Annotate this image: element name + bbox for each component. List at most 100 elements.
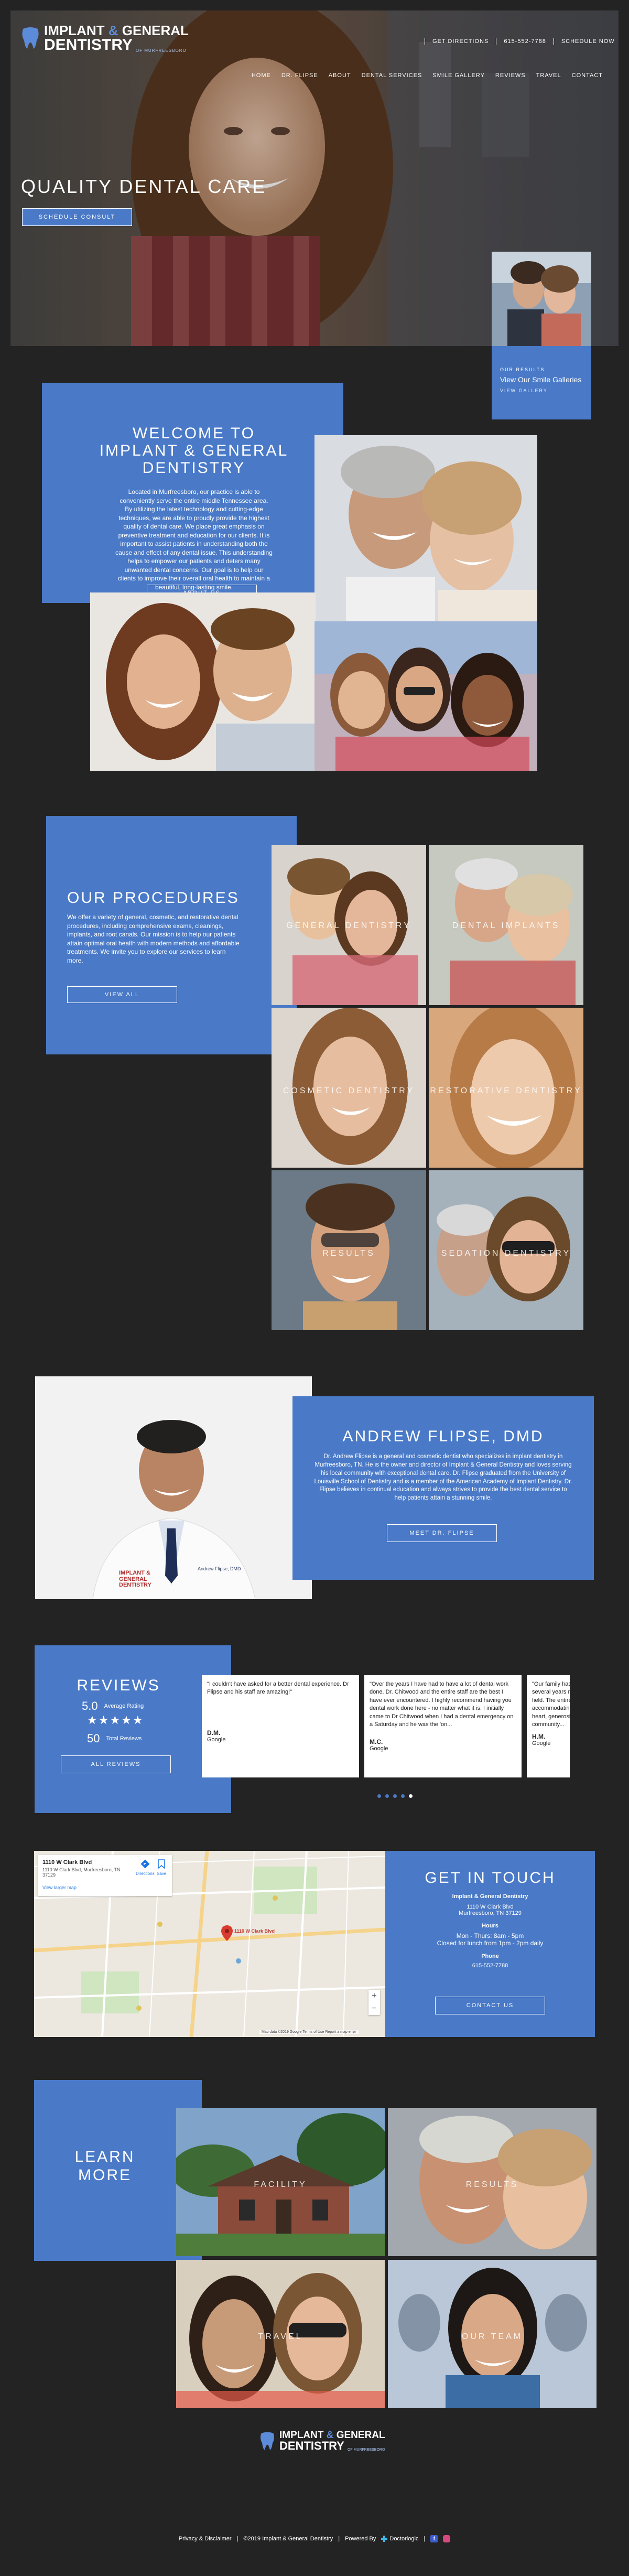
map-zoom-controls: + − bbox=[368, 1990, 380, 2015]
doctor-body: Dr. Andrew Flipse is a general and cosme… bbox=[314, 1453, 572, 1502]
map-info-card: 1110 W Clark Blvd 1110 W Clark Blvd, Mur… bbox=[38, 1855, 172, 1896]
learn-tile-facility[interactable]: FACILITY bbox=[176, 2108, 385, 2256]
coat-logo: IMPLANT & GENERAL DENTISTRY bbox=[119, 1570, 151, 1589]
doctor-title: ANDREW FLIPSE, DMD bbox=[342, 1428, 544, 1445]
procedure-tile-sedation[interactable]: SEDATION DENTISTRY bbox=[429, 1170, 583, 1330]
procedure-caption: RESTORATIVE DENTISTRY bbox=[430, 1086, 582, 1095]
top-utility-bar: GET DIRECTIONS 615-552-7788 SCHEDULE NOW bbox=[425, 38, 615, 45]
reviews-title: REVIEWS bbox=[77, 1677, 160, 1694]
carousel-dot[interactable] bbox=[393, 1794, 397, 1798]
zoom-out-button[interactable]: − bbox=[368, 2002, 380, 2015]
procedure-tile-cosmetic[interactable]: COSMETIC DENTISTRY bbox=[272, 1008, 426, 1168]
nav-home[interactable]: HOME bbox=[252, 72, 271, 79]
learn-tile-caption: TRAVEL bbox=[258, 2332, 303, 2341]
review-count: 50 bbox=[87, 1732, 100, 1745]
hours-label: Hours bbox=[482, 1923, 498, 1929]
hours-line-2: Closed for lunch from 1pm - 2pm daily bbox=[437, 1939, 544, 1947]
view-gallery-link[interactable]: VIEW GALLERY bbox=[500, 388, 583, 393]
learn-tile-results[interactable]: RESULTS bbox=[388, 2108, 597, 2256]
schedule-consult-button[interactable]: SCHEDULE CONSULT bbox=[22, 208, 132, 226]
contact-us-button[interactable]: CONTACT US bbox=[435, 1997, 545, 2014]
rating-value: 5.0 bbox=[82, 1699, 98, 1712]
meet-dr-flipse-button[interactable]: MEET DR. FLIPSE bbox=[387, 1524, 497, 1542]
review-count-label: Total Reviews bbox=[106, 1736, 142, 1742]
carousel-dot[interactable] bbox=[385, 1794, 389, 1798]
doctorlogic-icon bbox=[381, 2536, 388, 2542]
nav-dr-flipse[interactable]: DR. FLIPSE bbox=[281, 72, 318, 79]
footer-logo[interactable]: IMPLANT & GENERAL DENTISTRY OF MURFREESB… bbox=[259, 2430, 385, 2452]
learn-tile-caption: OUR TEAM bbox=[461, 2332, 523, 2341]
phone-link[interactable]: 615-552-7788 bbox=[504, 38, 546, 45]
divider: | bbox=[424, 2536, 426, 2542]
procedure-tile-general[interactable]: GENERAL DENTISTRY bbox=[272, 845, 426, 1005]
tooth-icon bbox=[261, 2432, 274, 2450]
review-card: "Our family has used Implant & General D… bbox=[527, 1675, 570, 1777]
powered-by-text: Powered By bbox=[345, 2536, 376, 2542]
doctorlogic-link[interactable]: Doctorlogic bbox=[381, 2536, 418, 2542]
facebook-icon[interactable]: f bbox=[430, 2535, 438, 2542]
divider: | bbox=[338, 2536, 340, 2542]
google-map[interactable]: 1110 W Clark Blvd 1110 W Clark Blvd 1110… bbox=[34, 1851, 385, 2037]
review-card: "I couldn't have asked for a better dent… bbox=[202, 1675, 359, 1777]
view-all-button[interactable]: VIEW ALL bbox=[67, 986, 177, 1003]
map-pin-icon[interactable] bbox=[221, 1925, 233, 1944]
nav-about[interactable]: ABOUT bbox=[329, 72, 351, 79]
procedures-title: OUR PROCEDURES bbox=[67, 889, 240, 907]
contact-title: GET IN TOUCH bbox=[425, 1869, 556, 1887]
privacy-link[interactable]: Privacy & Disclaimer bbox=[179, 2536, 232, 2542]
directions-icon bbox=[140, 1859, 150, 1869]
procedures-body: We offer a variety of general, cosmetic,… bbox=[67, 913, 240, 964]
welcome-body: Located in Murfreesboro, our practice is… bbox=[115, 488, 273, 591]
learn-tile-travel[interactable]: TRAVEL bbox=[176, 2260, 385, 2408]
business-name: Implant & General Dentistry bbox=[452, 1893, 528, 1900]
doctorlogic-label: Doctorlogic bbox=[389, 2536, 419, 2542]
procedure-tile-implants[interactable]: DENTAL IMPLANTS bbox=[429, 845, 583, 1005]
carousel-dot[interactable] bbox=[401, 1794, 405, 1798]
divider: | bbox=[236, 2536, 238, 2542]
get-directions-link[interactable]: GET DIRECTIONS bbox=[432, 38, 489, 45]
procedure-tile-restorative[interactable]: RESTORATIVE DENTISTRY bbox=[429, 1008, 583, 1168]
procedures-panel: OUR PROCEDURES We offer a variety of gen… bbox=[46, 816, 297, 1054]
nav-smile-gallery[interactable]: SMILE GALLERY bbox=[432, 72, 485, 79]
learn-tile-caption: FACILITY bbox=[254, 2180, 307, 2189]
nav-travel[interactable]: TRAVEL bbox=[536, 72, 561, 79]
review-text: "I couldn't have asked for a better dent… bbox=[207, 1681, 349, 1696]
address-line-2: Murfreesboro, TN 37129 bbox=[459, 1910, 522, 1916]
instagram-icon[interactable] bbox=[443, 2535, 451, 2542]
carousel-dot[interactable] bbox=[377, 1794, 381, 1798]
map-directions-button[interactable]: Directions bbox=[136, 1859, 155, 1876]
nav-dental-services[interactable]: DENTAL SERVICES bbox=[362, 72, 422, 79]
logo-word-dentistry: DENTISTRY bbox=[44, 36, 133, 53]
review-source: Google bbox=[207, 1736, 226, 1743]
procedure-caption: RESULTS bbox=[322, 1249, 375, 1258]
hero-headline: QUALITY DENTAL CARE bbox=[21, 176, 267, 197]
nav-contact[interactable]: CONTACT bbox=[572, 72, 603, 79]
contact-panel: GET IN TOUCH Implant & General Dentistry… bbox=[385, 1851, 595, 2037]
smile-gallery-photo bbox=[492, 252, 591, 346]
footer-logo-word-dentistry: DENTISTRY bbox=[279, 2439, 344, 2452]
phone-label: Phone bbox=[481, 1953, 499, 1959]
map-save-button[interactable]: Save bbox=[157, 1859, 166, 1876]
nav-reviews[interactable]: REVIEWS bbox=[495, 72, 526, 79]
learn-tile-our-team[interactable]: OUR TEAM bbox=[388, 2260, 597, 2408]
zoom-in-button[interactable]: + bbox=[368, 1990, 380, 2002]
welcome-photo-friends bbox=[314, 621, 537, 771]
tooth-icon bbox=[22, 27, 39, 49]
phone-number[interactable]: 615-552-7788 bbox=[385, 1963, 595, 1969]
rating-label: Average Rating bbox=[104, 1703, 144, 1709]
welcome-photo-couple bbox=[314, 435, 537, 621]
review-text: "Over the years I have had to have a lot… bbox=[370, 1681, 514, 1728]
view-larger-map-link[interactable]: View larger map bbox=[42, 1885, 168, 1890]
copyright-text: ©2019 Implant & General Dentistry bbox=[243, 2536, 333, 2542]
footer-logo-tagline: OF MURFREESBORO bbox=[347, 2448, 385, 2452]
all-reviews-button[interactable]: ALL REVIEWS bbox=[61, 1755, 171, 1773]
site-logo[interactable]: IMPLANT & GENERAL DENTISTRY OF MURFREESB… bbox=[21, 24, 189, 53]
procedure-tile-results[interactable]: RESULTS bbox=[272, 1170, 426, 1330]
carousel-dot-active[interactable] bbox=[409, 1794, 413, 1798]
smile-gallery-card[interactable]: OUR RESULTS View Our Smile Galleries VIE… bbox=[492, 346, 591, 419]
procedure-caption: GENERAL DENTISTRY bbox=[286, 921, 411, 930]
procedures-grid: GENERAL DENTISTRY DENTAL IMPLANTS COSMET… bbox=[272, 845, 583, 1330]
schedule-now-link[interactable]: SCHEDULE NOW bbox=[561, 38, 615, 45]
average-rating: 5.0 Average Rating bbox=[82, 1699, 144, 1713]
welcome-photo-young-couple bbox=[90, 592, 316, 771]
